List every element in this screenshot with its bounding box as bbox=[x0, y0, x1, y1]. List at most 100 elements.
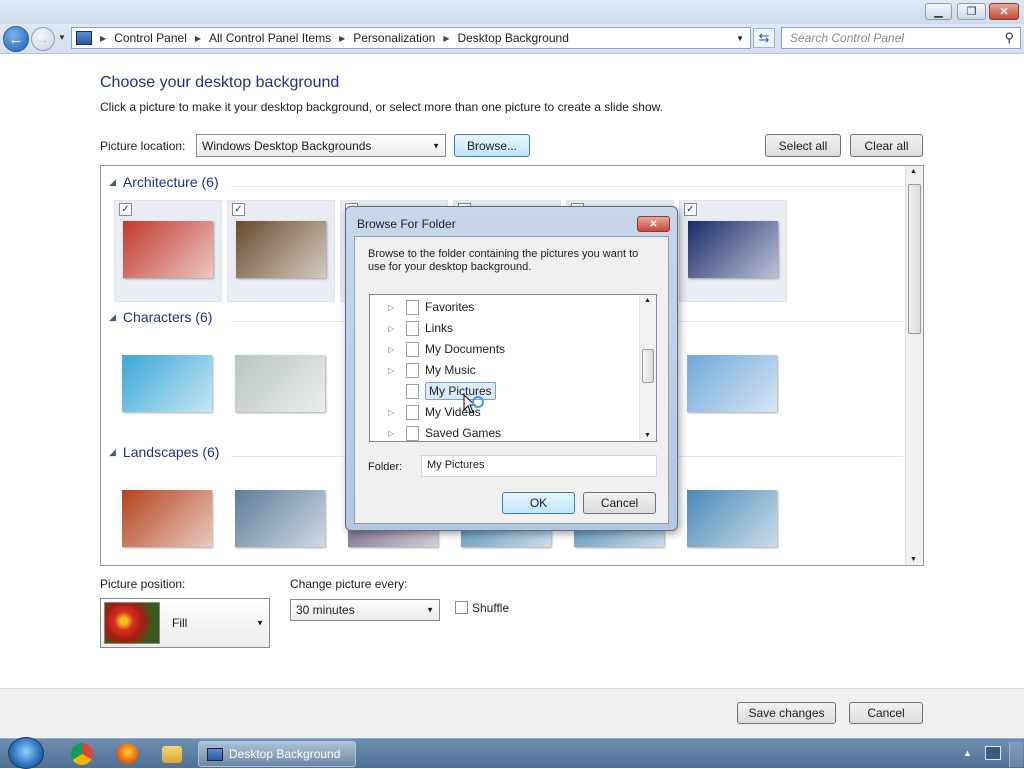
expand-arrow-icon[interactable]: ▷ bbox=[388, 303, 400, 312]
clear-all-button[interactable]: Clear all bbox=[850, 134, 923, 157]
wallpaper-tile[interactable] bbox=[679, 335, 787, 437]
tree-node[interactable]: ▷ My Documents bbox=[370, 339, 505, 359]
wallpaper-tile[interactable]: ✓ bbox=[679, 200, 787, 302]
tree-node[interactable]: ▷ Saved Games bbox=[370, 423, 501, 441]
address-dropdown-icon[interactable]: ▼ bbox=[736, 34, 744, 43]
shuffle-label: Shuffle bbox=[472, 601, 510, 615]
expand-arrow-icon[interactable]: ▷ bbox=[388, 324, 400, 333]
browse-for-folder-dialog: Browse For Folder ✕ Browse to the folder… bbox=[345, 206, 678, 531]
cancel-button[interactable]: Cancel bbox=[849, 702, 923, 724]
wallpaper-tile[interactable]: ✓ bbox=[227, 200, 335, 302]
shuffle-checkbox[interactable] bbox=[455, 601, 468, 614]
show-desktop-button[interactable] bbox=[1009, 742, 1023, 767]
breadcrumb-control-panel[interactable]: Control Panel bbox=[114, 31, 187, 45]
minimize-button[interactable]: ▁ bbox=[925, 3, 952, 20]
scroll-thumb[interactable] bbox=[642, 349, 654, 383]
gallery-group-header[interactable]: ◢ Landscapes (6) bbox=[109, 444, 219, 460]
change-every-value: 30 minutes bbox=[296, 603, 355, 617]
dialog-cancel-button[interactable]: Cancel bbox=[583, 492, 656, 514]
address-bar[interactable]: ▶ Control Panel ▶ All Control Panel Item… bbox=[71, 27, 751, 49]
breadcrumb-all-items[interactable]: All Control Panel Items bbox=[209, 31, 331, 45]
wallpaper-tile[interactable] bbox=[114, 335, 222, 437]
crumb-separator-icon: ▶ bbox=[443, 33, 450, 43]
dialog-close-button[interactable]: ✕ bbox=[637, 216, 670, 232]
mouse-pointer-icon bbox=[463, 393, 485, 421]
picture-position-label: Picture position: bbox=[100, 577, 186, 591]
gallery-scrollbar[interactable]: ▲ ▼ bbox=[905, 166, 923, 565]
folder-tree-scrollbar[interactable]: ▲ ▼ bbox=[639, 295, 656, 441]
scroll-up-icon[interactable]: ▲ bbox=[644, 297, 651, 304]
change-every-label: Change picture every: bbox=[290, 577, 408, 591]
save-changes-button[interactable]: Save changes bbox=[737, 702, 836, 724]
expand-arrow-icon[interactable]: ▷ bbox=[388, 345, 400, 354]
browse-button[interactable]: Browse... bbox=[454, 134, 530, 157]
group-divider bbox=[231, 186, 903, 187]
expand-arrow-icon[interactable]: ▷ bbox=[388, 366, 400, 375]
wallpaper-thumbnail bbox=[235, 355, 325, 412]
scroll-up-icon[interactable]: ▲ bbox=[910, 168, 917, 175]
select-all-button[interactable]: Select all bbox=[765, 134, 841, 157]
collapse-triangle-icon[interactable]: ◢ bbox=[109, 312, 116, 323]
forward-button[interactable]: → bbox=[31, 27, 55, 51]
collapse-triangle-icon[interactable]: ◢ bbox=[109, 177, 116, 188]
change-every-select[interactable]: 30 minutes ▼ bbox=[290, 599, 440, 621]
close-window-button[interactable]: ✕ bbox=[989, 3, 1019, 20]
back-button[interactable]: ← bbox=[3, 26, 29, 52]
picture-position-value: Fill bbox=[172, 616, 188, 630]
search-input[interactable]: Search Control Panel ⚲ bbox=[781, 27, 1021, 49]
refresh-button[interactable]: ⇆ bbox=[753, 28, 775, 48]
firefox-icon[interactable] bbox=[116, 743, 138, 765]
control-panel-icon bbox=[76, 31, 92, 45]
wallpaper-checkbox[interactable]: ✓ bbox=[119, 203, 132, 216]
crumb-separator-icon: ▶ bbox=[194, 33, 202, 43]
folder-icon bbox=[406, 425, 419, 441]
breadcrumb-personalization[interactable]: Personalization bbox=[353, 31, 435, 45]
forward-arrow-icon: → bbox=[37, 32, 49, 46]
crumb-separator-icon: ▶ bbox=[100, 33, 107, 43]
expand-arrow-icon[interactable]: ▷ bbox=[388, 429, 400, 438]
dialog-ok-button[interactable]: OK bbox=[502, 492, 575, 514]
wallpaper-tile[interactable] bbox=[227, 470, 335, 565]
wallpaper-tile[interactable]: ✓ bbox=[114, 200, 222, 302]
picture-location-select[interactable]: Windows Desktop Backgrounds ▼ bbox=[196, 134, 446, 157]
chevron-down-icon: ▼ bbox=[432, 141, 440, 150]
folder-icon bbox=[406, 299, 419, 315]
maximize-button[interactable]: ❐ bbox=[957, 3, 986, 20]
tree-node[interactable]: ▷ My Music bbox=[370, 360, 476, 380]
picture-position-select[interactable]: Fill ▼ bbox=[100, 598, 270, 648]
scroll-down-icon[interactable]: ▼ bbox=[644, 432, 651, 439]
taskbar-window-desktop-background[interactable]: Desktop Background bbox=[198, 741, 356, 767]
start-button[interactable] bbox=[8, 737, 44, 769]
wallpaper-thumbnail bbox=[122, 490, 212, 547]
wallpaper-tile[interactable] bbox=[227, 335, 335, 437]
refresh-icon: ⇆ bbox=[758, 30, 770, 45]
wallpaper-tile[interactable] bbox=[679, 470, 787, 565]
gallery-group-header[interactable]: ◢ Characters (6) bbox=[109, 309, 212, 325]
chrome-icon[interactable] bbox=[71, 743, 93, 765]
file-explorer-icon[interactable] bbox=[162, 746, 182, 763]
dialog-title: Browse For Folder bbox=[357, 217, 456, 231]
restore-icon: ❐ bbox=[966, 6, 977, 18]
scroll-thumb[interactable] bbox=[908, 184, 921, 334]
wallpaper-checkbox[interactable]: ✓ bbox=[232, 203, 245, 216]
expand-arrow-icon[interactable]: ▷ bbox=[388, 408, 400, 417]
folder-input[interactable]: My Pictures bbox=[421, 455, 657, 477]
breadcrumb-desktop-background[interactable]: Desktop Background bbox=[457, 31, 568, 45]
dialog-body: Browse to the folder containing the pict… bbox=[354, 236, 669, 524]
collapse-triangle-icon[interactable]: ◢ bbox=[109, 447, 116, 458]
network-icon[interactable] bbox=[985, 746, 1001, 760]
gallery-group-header[interactable]: ◢ Architecture (6) bbox=[109, 174, 219, 190]
recent-pages-dropdown[interactable]: ▼ bbox=[58, 33, 66, 42]
chevron-down-icon: ▼ bbox=[256, 618, 264, 628]
show-hidden-icons-icon[interactable]: ▲ bbox=[963, 748, 972, 758]
folder-tree[interactable]: ▷ Favorites ▷ Links ▷ My Documents ▷ My Music My… bbox=[369, 294, 657, 442]
wallpaper-tile[interactable] bbox=[114, 470, 222, 565]
folder-label: Folder: bbox=[368, 461, 403, 473]
wallpaper-thumbnail bbox=[235, 490, 325, 547]
scroll-down-icon[interactable]: ▼ bbox=[910, 556, 917, 563]
folder-icon bbox=[406, 362, 419, 378]
wallpaper-checkbox[interactable]: ✓ bbox=[684, 203, 697, 216]
tree-node[interactable]: ▷ Favorites bbox=[370, 297, 474, 317]
tree-node-label: My Documents bbox=[425, 342, 506, 356]
tree-node[interactable]: ▷ Links bbox=[370, 318, 453, 338]
